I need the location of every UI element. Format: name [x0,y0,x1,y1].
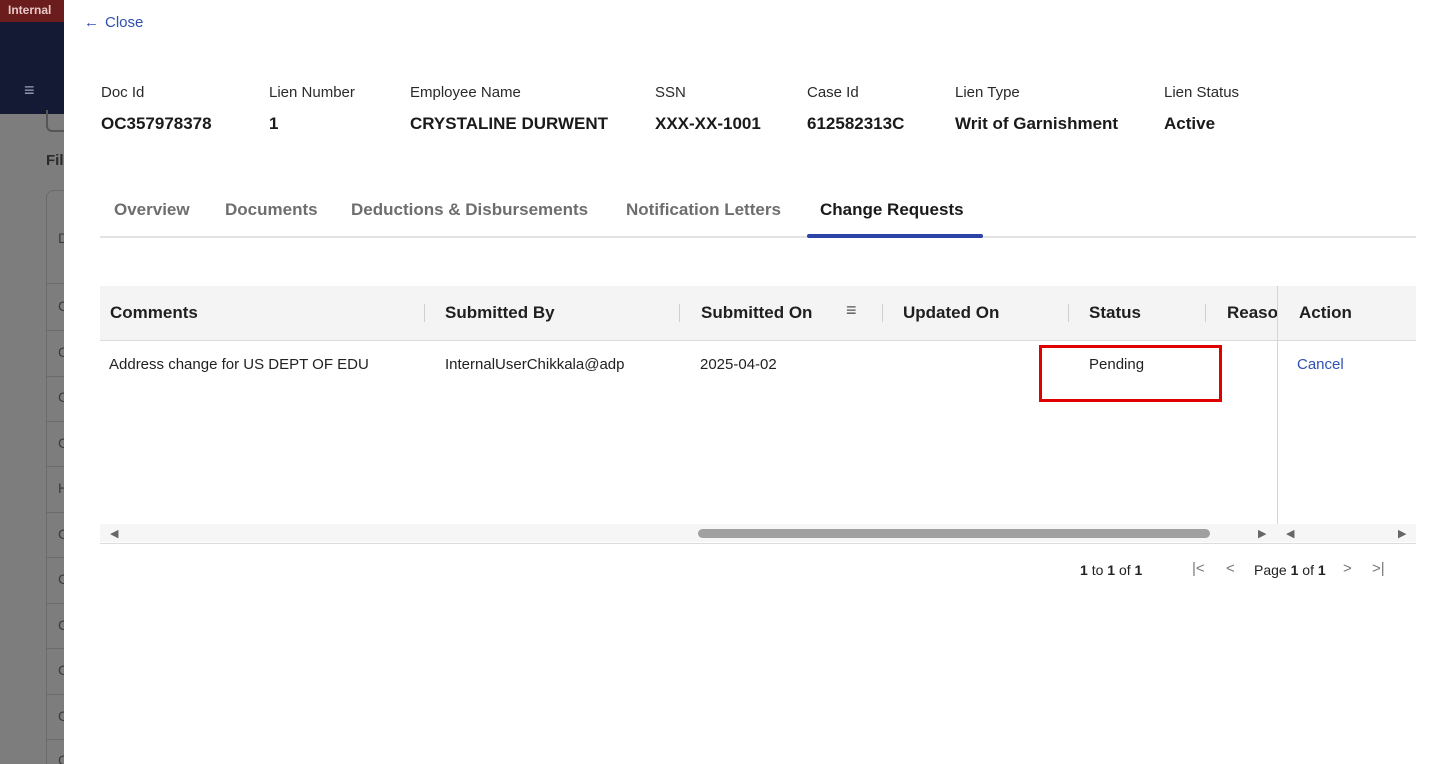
tab-bar: Overview Documents Deductions & Disburse… [100,194,1416,238]
tab-notification-letters[interactable]: Notification Letters [626,200,781,220]
scroll-right-arrow-icon[interactable]: ▶ [1398,527,1406,540]
environment-banner: Internal [0,0,64,22]
field-value: OC357978378 [101,114,212,133]
scroll-right-arrow-icon[interactable]: ▶ [1258,527,1266,540]
row-divider [46,557,66,558]
column-header-comments[interactable]: Comments [110,303,198,323]
column-header-submitted-by[interactable]: Submitted By [445,303,555,323]
column-separator[interactable] [424,304,425,322]
range-of-word: of [1118,562,1131,578]
field-value: XXX-XX-1001 [655,114,761,133]
row-divider [46,739,66,740]
pinned-column-divider [1277,286,1278,542]
field-value: Active [1164,114,1216,133]
column-header-submitted-on[interactable]: Submitted On [701,303,812,323]
next-page-icon[interactable]: > [1343,560,1352,577]
cell-submitted-on: 2025-04-02 [700,356,777,373]
lien-status-field: Lien Status Active [1164,84,1239,134]
range-total: 1 [1134,562,1143,578]
hamburger-menu-icon: ≡ [24,80,35,100]
field-value: CRYSTALINE DURWENT [410,114,609,133]
current-page: 1 [1290,562,1299,578]
field-label: Lien Status [1164,84,1240,101]
field-label: Employee Name [410,84,521,101]
scroll-left-arrow-icon[interactable]: ◀ [110,527,118,540]
range-to-word: to [1091,562,1104,578]
scroll-left-arrow-icon[interactable]: ◀ [1286,527,1294,540]
row-divider [46,283,66,284]
column-header-action[interactable]: Action [1299,303,1352,323]
active-tab-indicator [807,234,983,238]
field-label: Case Id [807,84,859,101]
grid-header: Comments Submitted By Submitted On ≡ Upd… [100,286,1416,341]
change-requests-grid: Comments Submitted By Submitted On ≡ Upd… [100,286,1416,544]
app-header: ≡ [0,22,64,114]
column-header-updated-on[interactable]: Updated On [903,303,999,323]
field-label: Lien Number [269,84,355,101]
column-header-status[interactable]: Status [1089,303,1141,323]
horizontal-scrollbar[interactable]: ◀ ▶ ◀ ▶ [100,524,1416,542]
row-divider [46,512,66,513]
total-pages: 1 [1317,562,1326,578]
tab-change-requests[interactable]: Change Requests [820,200,964,220]
field-value: Writ of Garnishment [955,114,1119,133]
previous-page-icon[interactable]: < [1226,560,1235,577]
column-separator[interactable] [1068,304,1069,322]
column-separator[interactable] [882,304,883,322]
field-label: SSN [655,84,686,101]
field-value: 1 [269,114,279,133]
doc-id-field: Doc Id OC357978378 [101,84,212,134]
lien-type-field: Lien Type Writ of Garnishment [955,84,1118,134]
ssn-field: SSN XXX-XX-1001 [655,84,761,134]
row-divider [46,603,66,604]
page-indicator: Page 1 of 1 [1254,562,1326,578]
column-separator[interactable] [679,304,680,322]
column-separator[interactable] [1205,304,1206,322]
field-label: Lien Type [955,84,1020,101]
row-count-summary: 1 to 1 of 1 [1080,562,1142,578]
page-of-word: of [1302,562,1314,578]
close-label: Close [105,14,144,31]
row-divider [46,376,66,377]
case-id-field: Case Id 612582313C [807,84,904,134]
tab-overview[interactable]: Overview [114,200,190,220]
tab-deductions-disbursements[interactable]: Deductions & Disbursements [351,200,588,220]
range-to: 1 [1107,562,1116,578]
cell-submitted-by: InternalUserChikkala@adp [445,356,625,373]
row-divider [46,330,66,331]
field-value: 612582313C [807,114,905,133]
filter-label: Fil [46,152,64,169]
first-page-icon[interactable]: |< [1192,560,1205,577]
last-page-icon[interactable]: >| [1372,560,1385,577]
page-word: Page [1254,562,1287,578]
field-label: Doc Id [101,84,145,101]
column-menu-icon[interactable]: ≡ [846,300,857,321]
status-highlight-box [1039,345,1222,402]
cell-comments: Address change for US DEPT OF EDU [109,356,369,373]
row-divider [46,648,66,649]
lien-number-field: Lien Number 1 [269,84,355,134]
tab-documents[interactable]: Documents [225,200,318,220]
column-header-reason[interactable]: Reaso [1227,303,1277,323]
close-button[interactable]: ← Close [84,14,143,31]
lien-details-modal: ← Close Doc Id OC357978378 Lien Number 1… [64,0,1430,764]
row-divider [46,694,66,695]
row-divider [46,421,66,422]
employee-name-field: Employee Name CRYSTALINE DURWENT [410,84,608,134]
row-divider [46,466,66,467]
arrow-left-icon: ← [84,14,99,31]
scrollbar-thumb[interactable] [698,529,1210,538]
range-from: 1 [1080,562,1088,578]
cancel-request-link[interactable]: Cancel [1297,356,1344,373]
